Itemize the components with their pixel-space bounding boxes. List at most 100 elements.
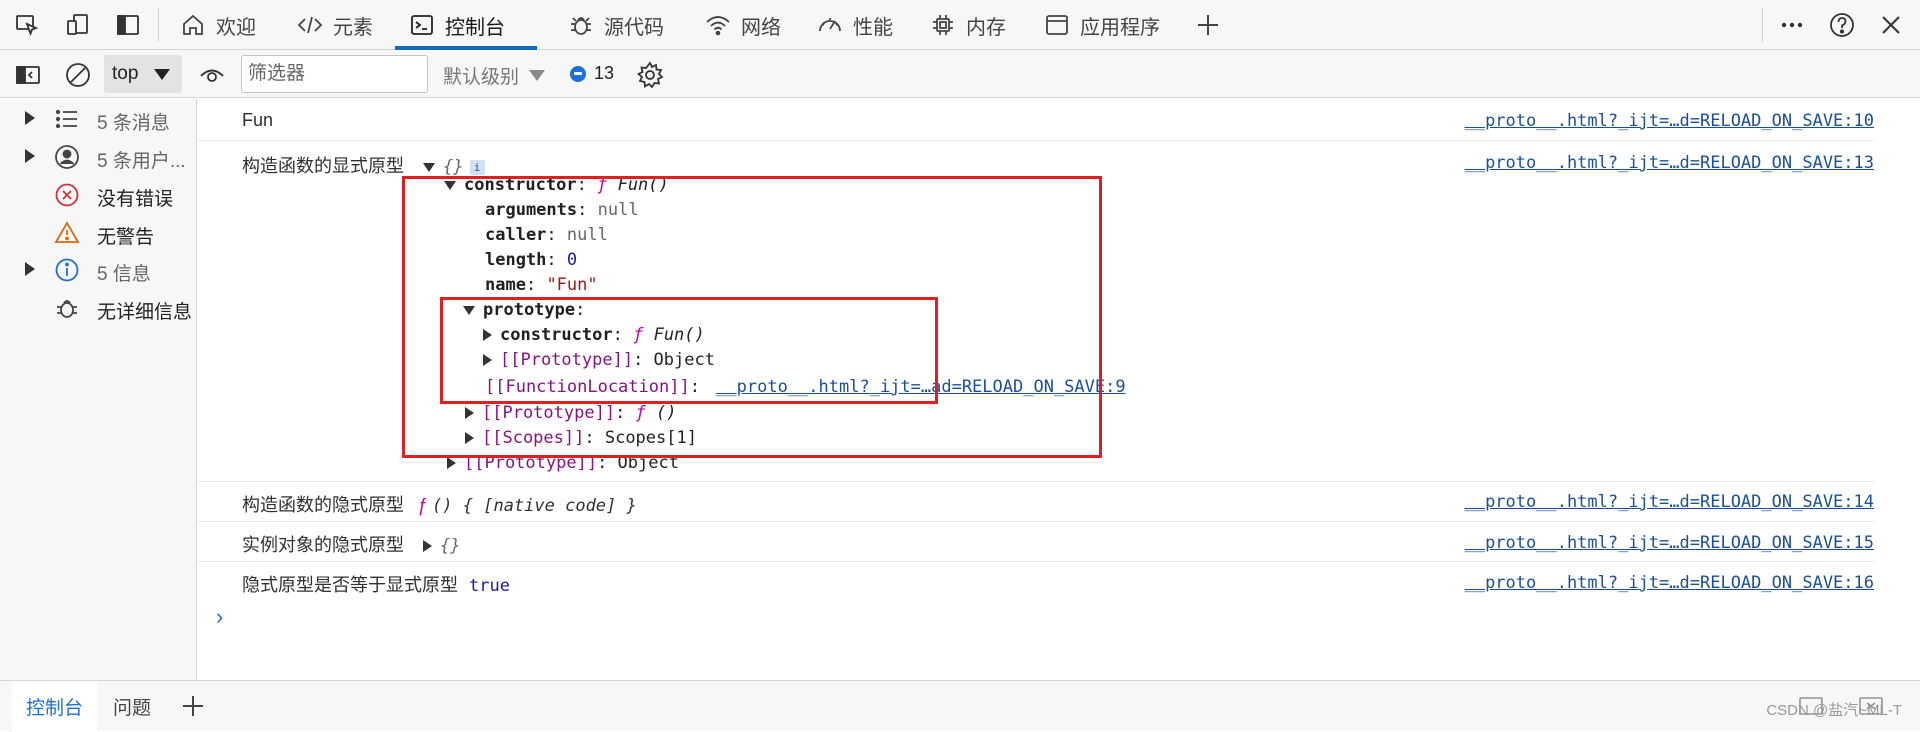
console-message: Fun __proto__.html?_ijt=…d=RELOAD_ON_SAV…: [198, 99, 1874, 141]
expand-arrow-icon[interactable]: [25, 149, 35, 163]
tab-label: 欢迎: [216, 16, 256, 39]
expand-arrow-icon[interactable]: [483, 354, 492, 366]
context-selector[interactable]: top: [104, 55, 182, 93]
tab-elements[interactable]: 元素: [297, 0, 373, 50]
expand-arrow-icon[interactable]: [483, 329, 492, 341]
context-label: top: [112, 63, 139, 84]
source-link[interactable]: __proto__.html?_ijt=…d=RELOAD_ON_SAVE:13: [1465, 153, 1874, 173]
tab-label: 应用程序: [1080, 16, 1160, 39]
source-link[interactable]: __proto__.html?_ijt=…d=RELOAD_ON_SAVE:16: [1465, 573, 1874, 593]
bug-icon: [568, 12, 594, 38]
tab-sources[interactable]: 源代码: [568, 0, 664, 50]
clear-console-icon[interactable]: [64, 61, 92, 89]
source-link[interactable]: __proto__.html?_ijt=…d=RELOAD_ON_SAVE:15: [1465, 533, 1874, 553]
live-expression-eye-icon[interactable]: [198, 61, 226, 89]
gear-icon[interactable]: [636, 61, 664, 89]
tab-label: 内存: [966, 16, 1006, 39]
drawer-tab-issues[interactable]: 问题: [113, 681, 151, 732]
chevron-down-icon: [529, 70, 546, 81]
console-message: 构造函数的显式原型 {} i __proto__.html?_ijt=…d=REL…: [198, 141, 1874, 482]
collapse-arrow-icon[interactable]: [463, 305, 475, 315]
log-levels-dropdown[interactable]: 默认级别: [443, 62, 546, 89]
filter-input[interactable]: [241, 55, 428, 93]
tab-memory[interactable]: 内存: [930, 0, 1006, 50]
chip-icon: [930, 12, 956, 38]
tree-node-scopes[interactable]: [[Scopes]]: Scopes[1]: [465, 428, 697, 448]
drawer-tab-console[interactable]: 控制台: [12, 681, 98, 732]
tab-welcome[interactable]: 欢迎: [180, 0, 256, 50]
tree-node-proto-constructor[interactable]: constructor: ƒ Fun(): [483, 325, 705, 345]
tab-label: 网络: [741, 16, 781, 39]
help-icon[interactable]: [1829, 12, 1855, 38]
sidebar-item-messages[interactable]: 5 条消息: [0, 101, 197, 137]
inspect-element-icon[interactable]: [14, 12, 40, 38]
console-icon: [409, 12, 435, 38]
tab-label: 源代码: [604, 16, 664, 39]
tab-label: 性能: [853, 16, 893, 39]
tree-node-obj-prototype[interactable]: [[Prototype]]: Object: [447, 453, 679, 473]
sidebar-item-label: 没有错误: [97, 189, 174, 210]
function-location-link[interactable]: __proto__.html?_ijt=…ad=RELOAD_ON_SAVE:9: [716, 377, 1125, 397]
sidebar-item-verbose[interactable]: 无详细信息: [0, 290, 197, 326]
issues-count: 13: [594, 63, 615, 83]
add-tab-icon[interactable]: [1195, 12, 1221, 38]
expand-arrow-icon[interactable]: [423, 540, 433, 553]
console-prompt-chevron-icon[interactable]: ›: [216, 604, 223, 630]
message-text: 构造函数的隐式原型 ƒ () { [native code] }: [242, 495, 637, 516]
ellipsis-icon[interactable]: [1779, 12, 1805, 38]
tab-performance[interactable]: 性能: [817, 0, 893, 50]
tab-label: 元素: [333, 16, 373, 39]
error-icon: [54, 182, 80, 208]
console-output: Fun __proto__.html?_ijt=…d=RELOAD_ON_SAV…: [198, 99, 1920, 680]
close-icon[interactable]: [1878, 12, 1904, 38]
info-icon: [54, 257, 80, 283]
sidebar-item-warnings[interactable]: 无警告: [0, 215, 197, 251]
tree-prop-name: name: "Fun": [485, 275, 598, 295]
sidebar-item-label: 5 信息: [97, 264, 151, 285]
message-text: 实例对象的隐式原型 {}: [242, 535, 461, 556]
devtools-tabbar: 欢迎 元素 控制台 源代码 网络 性能 内存 应用程序: [0, 0, 1920, 50]
expand-arrow-icon[interactable]: [465, 407, 474, 419]
collapse-arrow-icon[interactable]: [444, 180, 456, 190]
tree-prop-caller: caller: null: [485, 225, 608, 245]
sidebar-item-label: 5 条消息: [97, 113, 170, 134]
collapse-arrow-icon[interactable]: [423, 162, 436, 172]
tree-prop-function-location: [[FunctionLocation]]: __proto__.html?_ij…: [485, 377, 1126, 397]
tree-node-fn-prototype[interactable]: [[Prototype]]: ƒ (): [465, 403, 677, 423]
tab-console[interactable]: 控制台: [395, 0, 537, 50]
sidebar-toggle-icon[interactable]: [14, 61, 42, 89]
sidebar-item-label: 无详细信息: [97, 302, 193, 323]
message-text: Fun: [242, 110, 274, 130]
console-message: 实例对象的隐式原型 {} __proto__.html?_ijt=…d=RELO…: [198, 522, 1874, 562]
tree-node-prototype[interactable]: prototype:: [463, 300, 585, 320]
tab-network[interactable]: 网络: [705, 0, 781, 50]
tree-node-constructor[interactable]: constructor: ƒ Fun(): [444, 175, 669, 195]
code-tag-icon: [297, 12, 323, 38]
add-drawer-tab-icon[interactable]: [180, 693, 206, 719]
home-icon: [180, 12, 206, 38]
expand-arrow-icon[interactable]: [447, 457, 456, 469]
source-link[interactable]: __proto__.html?_ijt=…d=RELOAD_ON_SAVE:14: [1465, 492, 1874, 512]
message-text: 隐式原型是否等于显式原型 true: [242, 575, 510, 596]
bug-icon: [54, 295, 80, 321]
info-badge-icon[interactable]: i: [469, 159, 485, 175]
user-icon: [54, 144, 80, 170]
watermark: CSDN @盐汽~ML-T: [1766, 702, 1902, 719]
dock-side-icon[interactable]: [115, 12, 141, 38]
sidebar-item-user-messages[interactable]: 5 条用户...: [0, 139, 197, 175]
source-link[interactable]: __proto__.html?_ijt=…d=RELOAD_ON_SAVE:10: [1465, 111, 1874, 131]
expand-arrow-icon[interactable]: [25, 262, 35, 276]
tab-application[interactable]: 应用程序: [1044, 0, 1160, 50]
sidebar-item-errors[interactable]: 没有错误: [0, 177, 197, 213]
issues-counter[interactable]: 13: [570, 63, 614, 84]
device-emulation-icon[interactable]: [65, 12, 91, 38]
sidebar-item-info[interactable]: 5 信息: [0, 252, 197, 288]
bottom-drawer: 控制台 问题 CSDN @盐汽~ML-T: [0, 680, 1920, 732]
expand-arrow-icon[interactable]: [25, 111, 35, 125]
tree-node-proto-prototype[interactable]: [[Prototype]]: Object: [483, 350, 715, 370]
wifi-icon: [705, 12, 731, 38]
chevron-down-icon: [154, 69, 170, 80]
message-icon: [570, 65, 586, 82]
divider: [1762, 8, 1763, 42]
expand-arrow-icon[interactable]: [465, 432, 474, 444]
